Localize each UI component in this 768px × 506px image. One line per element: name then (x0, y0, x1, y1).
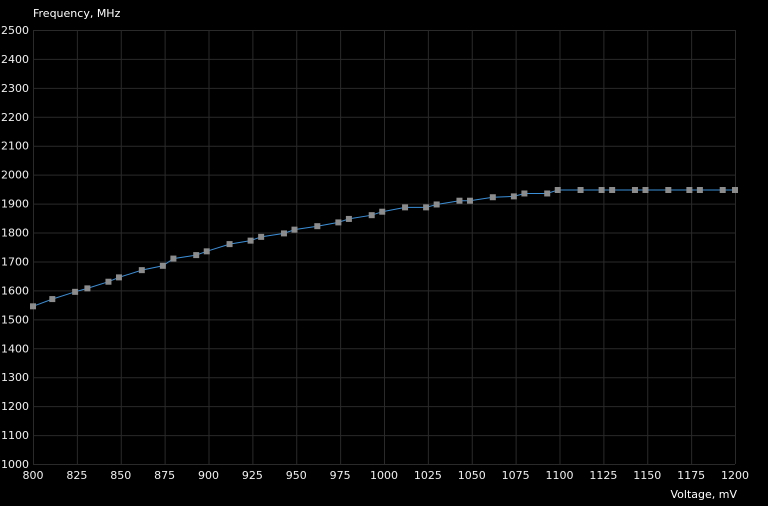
data-point (686, 187, 693, 194)
x-axis-title: Voltage, mV (671, 488, 738, 501)
y-tick-label: 1100 (1, 429, 29, 442)
data-point (368, 212, 375, 219)
x-tick-label: 850 (110, 469, 131, 482)
data-point (170, 255, 177, 262)
data-point (598, 187, 605, 194)
data-point (466, 197, 473, 204)
data-point (105, 278, 112, 285)
y-tick-label: 2400 (1, 53, 29, 66)
data-point (291, 226, 298, 233)
data-point (49, 296, 56, 303)
data-point (489, 194, 496, 201)
y-tick-label: 1900 (1, 198, 29, 211)
y-tick-label: 2100 (1, 140, 29, 153)
y-tick-label: 1500 (1, 313, 29, 326)
data-point (314, 223, 321, 230)
data-point (510, 193, 517, 200)
data-point (577, 187, 584, 194)
data-point (719, 187, 726, 194)
frequency-voltage-chart: 1000 1100 1200 1300 1400 1500 1600 1700 1800 1900… (0, 0, 768, 506)
data-point (642, 187, 649, 194)
x-tick-label: 1150 (633, 469, 661, 482)
data-point (423, 204, 430, 211)
x-tick-label: 1100 (546, 469, 574, 482)
x-tick-label: 925 (242, 469, 263, 482)
y-tick-label: 1800 (1, 227, 29, 240)
y-tick-label: 1300 (1, 371, 29, 384)
data-point (335, 219, 342, 226)
data-point (159, 262, 166, 269)
y-tick-label: 2500 (1, 24, 29, 37)
y-tick-label: 2200 (1, 111, 29, 124)
x-tick-label: 1050 (458, 469, 486, 482)
data-point (193, 252, 200, 259)
x-tick-label: 825 (66, 469, 87, 482)
x-tick-label: 1200 (721, 469, 749, 482)
data-point (521, 190, 528, 197)
y-tick-label: 1400 (1, 342, 29, 355)
x-tick-label: 1075 (502, 469, 530, 482)
data-point (732, 187, 738, 194)
data-point (433, 201, 440, 208)
y-tick-label: 1200 (1, 400, 29, 413)
data-point (72, 288, 79, 295)
x-tick-label: 1175 (677, 469, 705, 482)
y-tick-label: 2000 (1, 169, 29, 182)
y-tick-label: 1600 (1, 284, 29, 297)
x-tick-label: 1000 (370, 469, 398, 482)
data-point (258, 233, 265, 240)
data-point (280, 230, 287, 237)
x-tick-label: 1125 (589, 469, 617, 482)
data-point (456, 197, 463, 204)
data-point (544, 190, 551, 197)
y-tick-label: 2300 (1, 82, 29, 95)
x-tick-label: 875 (154, 469, 175, 482)
data-point (665, 187, 672, 194)
data-point (138, 267, 145, 274)
data-point (402, 204, 409, 211)
data-point (631, 187, 638, 194)
x-tick-label: 950 (286, 469, 307, 482)
data-point (379, 208, 386, 215)
data-point (30, 303, 36, 310)
y-tick-label: 1700 (1, 255, 29, 268)
data-point (115, 274, 122, 281)
y-axis-title: Frequency, MHz (33, 7, 121, 20)
data-point (203, 248, 210, 255)
data-point (554, 187, 561, 194)
data-point (84, 285, 91, 292)
x-tick-label: 975 (330, 469, 351, 482)
x-tick-label: 1025 (414, 469, 442, 482)
x-tick-label: 800 (23, 469, 44, 482)
data-point (345, 215, 352, 222)
data-point (226, 241, 233, 248)
x-tick-label: 900 (198, 469, 219, 482)
data-point (696, 187, 703, 194)
data-point (609, 187, 616, 194)
data-point (247, 237, 254, 244)
